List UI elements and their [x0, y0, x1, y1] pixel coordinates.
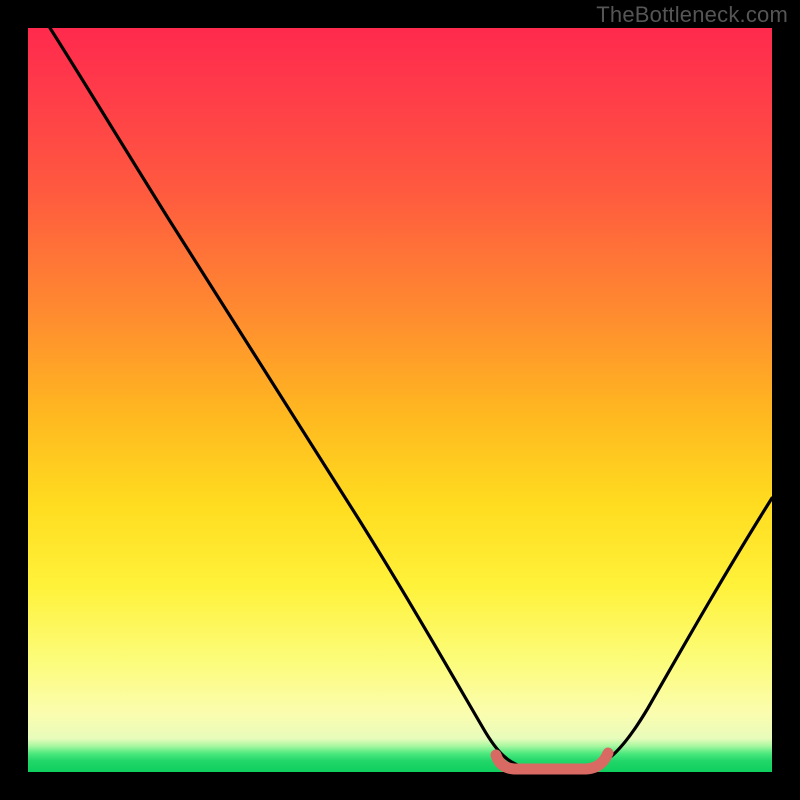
bottleneck-curve	[50, 28, 772, 768]
watermark-text: TheBottleneck.com	[596, 2, 788, 28]
plot-area	[28, 28, 772, 772]
curve-layer	[28, 28, 772, 772]
chart-frame: TheBottleneck.com	[0, 0, 800, 800]
